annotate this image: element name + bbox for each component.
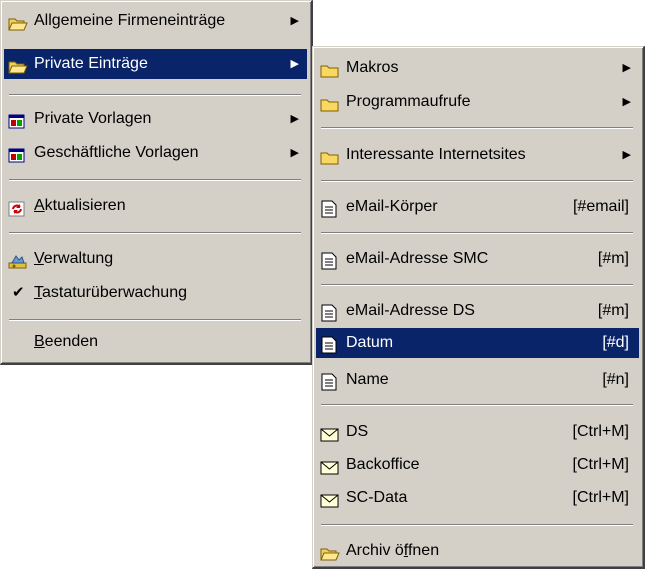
private-eintraege-submenu: Makros ▶ Programmaufrufe ▶ Interessante … bbox=[312, 46, 645, 569]
submenu-arrow-icon: ▶ bbox=[290, 147, 299, 159]
submenu-item-interessante-internetsites[interactable]: Interessante Internetsites ▶ bbox=[316, 140, 639, 170]
envelope-icon bbox=[320, 490, 339, 508]
menu-item-label: eMail-Adresse SMC bbox=[346, 250, 489, 267]
menu-item-shortcut: [#m] bbox=[597, 250, 629, 267]
menu-item-shortcut: [#n] bbox=[602, 371, 629, 388]
menu-separator bbox=[321, 284, 633, 286]
refresh-icon bbox=[8, 198, 26, 217]
folder-open-icon bbox=[8, 13, 28, 31]
menu-item-private-vorlagen[interactable]: Private Vorlagen ▶ bbox=[4, 104, 307, 134]
folder-icon bbox=[320, 94, 339, 112]
menu-item-label: Datum bbox=[346, 334, 394, 351]
submenu-arrow-icon: ▶ bbox=[290, 113, 299, 125]
folder-icon bbox=[320, 147, 339, 165]
menu-item-shortcut: [Ctrl+M] bbox=[572, 423, 629, 440]
submenu-item-name[interactable]: Name [#n] bbox=[316, 365, 639, 395]
admin-icon bbox=[8, 251, 27, 269]
submenu-arrow-icon: ▶ bbox=[290, 15, 299, 27]
submenu-item-email-adresse-smc[interactable]: eMail-Adresse SMC [#m] bbox=[316, 244, 639, 274]
template-icon bbox=[8, 111, 26, 129]
checkmark-icon: ✔ bbox=[12, 284, 25, 301]
menu-item-shortcut: [Ctrl+M] bbox=[572, 456, 629, 473]
folder-icon bbox=[320, 60, 339, 78]
menu-item-label: Backoffice bbox=[346, 456, 420, 473]
document-icon bbox=[320, 303, 338, 322]
menu-separator bbox=[9, 179, 301, 181]
submenu-item-datum[interactable]: Datum [#d] bbox=[316, 328, 639, 358]
menu-item-allgemeine-firmeneintraege[interactable]: Allgemeine Firmeneinträge ▶ bbox=[4, 6, 307, 36]
menu-separator bbox=[9, 319, 301, 321]
menu-item-label: eMail-Adresse DS bbox=[346, 302, 475, 319]
menu-item-label: Beenden bbox=[34, 333, 99, 350]
menu-item-private-eintraege[interactable]: Private Einträge ▶ bbox=[4, 49, 307, 79]
menu-item-label: Aktualisieren bbox=[34, 197, 126, 214]
menu-item-label: Tastaturüberwachung bbox=[34, 284, 187, 301]
main-context-menu: Allgemeine Firmeneinträge ▶ Private Eint… bbox=[0, 0, 313, 365]
menu-separator bbox=[9, 232, 301, 234]
submenu-item-email-koerper[interactable]: eMail-Körper [#email] bbox=[316, 192, 639, 222]
submenu-arrow-icon: ▶ bbox=[622, 62, 631, 74]
submenu-item-programmaufrufe[interactable]: Programmaufrufe ▶ bbox=[316, 87, 639, 117]
menu-item-aktualisieren[interactable]: Aktualisieren bbox=[4, 191, 307, 221]
menu-item-label: Makros bbox=[346, 59, 399, 76]
menu-item-label: Private Vorlagen bbox=[34, 110, 152, 127]
submenu-item-makros[interactable]: Makros ▶ bbox=[316, 53, 639, 83]
document-icon bbox=[320, 251, 338, 270]
submenu-item-email-adresse-ds[interactable]: eMail-Adresse DS [#m] bbox=[316, 296, 639, 326]
menu-separator bbox=[321, 127, 633, 129]
document-icon bbox=[320, 199, 338, 218]
menu-separator bbox=[321, 404, 633, 406]
folder-open-icon bbox=[8, 56, 28, 74]
menu-item-beenden[interactable]: Beenden bbox=[4, 327, 307, 357]
menu-item-shortcut: [#d] bbox=[602, 334, 629, 351]
envelope-icon bbox=[320, 457, 339, 475]
menu-item-label: Verwaltung bbox=[34, 250, 114, 267]
submenu-arrow-icon: ▶ bbox=[290, 58, 299, 70]
menu-item-tastaturueberwachung[interactable]: ✔ Tastaturüberwachung bbox=[4, 278, 307, 308]
submenu-item-backoffice[interactable]: Backoffice [Ctrl+M] bbox=[316, 450, 639, 480]
menu-separator bbox=[321, 180, 633, 182]
menu-item-geschaeftliche-vorlagen[interactable]: Geschäftliche Vorlagen ▶ bbox=[4, 138, 307, 168]
menu-item-label: Name bbox=[346, 371, 389, 388]
menu-item-label: Programmaufrufe bbox=[346, 93, 471, 110]
menu-item-verwaltung[interactable]: Verwaltung bbox=[4, 244, 307, 274]
menu-item-shortcut: [Ctrl+M] bbox=[572, 489, 629, 506]
submenu-arrow-icon: ▶ bbox=[622, 149, 631, 161]
folder-open-icon bbox=[320, 543, 340, 561]
submenu-item-ds[interactable]: DS [Ctrl+M] bbox=[316, 417, 639, 447]
menu-separator bbox=[321, 524, 633, 526]
menu-item-label: DS bbox=[346, 423, 369, 440]
menu-separator bbox=[9, 94, 301, 96]
envelope-icon bbox=[320, 424, 339, 442]
menu-item-shortcut: [#m] bbox=[597, 302, 629, 319]
menu-item-label: SC-Data bbox=[346, 489, 408, 506]
submenu-item-sc-data[interactable]: SC-Data [Ctrl+M] bbox=[316, 483, 639, 513]
document-icon bbox=[320, 335, 338, 354]
menu-item-label: Private Einträge bbox=[34, 55, 148, 72]
menu-item-label: eMail-Körper bbox=[346, 198, 438, 215]
menu-item-label: Geschäftliche Vorlagen bbox=[34, 144, 199, 161]
menu-separator bbox=[321, 232, 633, 234]
menu-item-label: Allgemeine Firmeneinträge bbox=[34, 12, 226, 29]
menu-item-shortcut: [#email] bbox=[572, 198, 629, 215]
menu-item-label: Interessante Internetsites bbox=[346, 146, 526, 163]
template-icon bbox=[8, 145, 26, 163]
submenu-arrow-icon: ▶ bbox=[622, 96, 631, 108]
document-icon bbox=[320, 372, 338, 391]
